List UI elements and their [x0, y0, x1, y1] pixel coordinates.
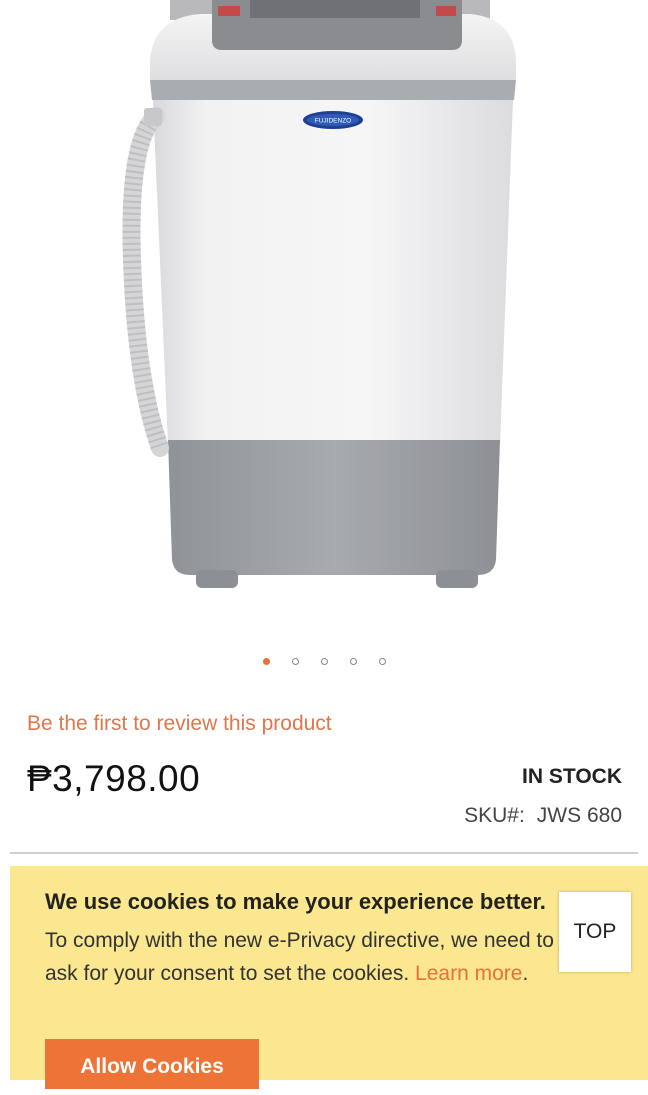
product-image: FUJIDENZO: [122, 0, 516, 588]
carousel-dot-3[interactable]: [320, 658, 328, 665]
carousel-dot-5[interactable]: [378, 658, 386, 665]
cookie-text: To comply with the new e-Privacy directi…: [45, 924, 585, 990]
stock-status: IN STOCK: [522, 765, 622, 788]
carousel-dots: [0, 658, 648, 665]
review-link[interactable]: Be the first to review this product: [27, 712, 332, 736]
brand-badge-text: FUJIDENZO: [315, 118, 351, 125]
product-price: ₱3,798.00: [27, 758, 201, 799]
sku-info: SKU#: JWS 680: [464, 804, 622, 828]
cookie-banner: We use cookies to make your experience b…: [10, 866, 648, 1089]
carousel-dot-2[interactable]: [291, 658, 299, 665]
carousel-dot-1[interactable]: [262, 658, 270, 665]
carousel-dot-4[interactable]: [349, 658, 357, 665]
back-to-top-button[interactable]: TOP: [559, 892, 631, 972]
product-image-gallery[interactable]: FUJIDENZO: [0, 0, 648, 640]
cookie-period: .: [522, 962, 529, 985]
cookie-title: We use cookies to make your experience b…: [45, 889, 546, 914]
divider: [10, 852, 638, 854]
sku-value: JWS 680: [536, 804, 622, 827]
learn-more-link[interactable]: Learn more: [415, 962, 522, 985]
sku-label: SKU#:: [464, 804, 525, 827]
allow-cookies-button[interactable]: Allow Cookies: [45, 1039, 259, 1089]
